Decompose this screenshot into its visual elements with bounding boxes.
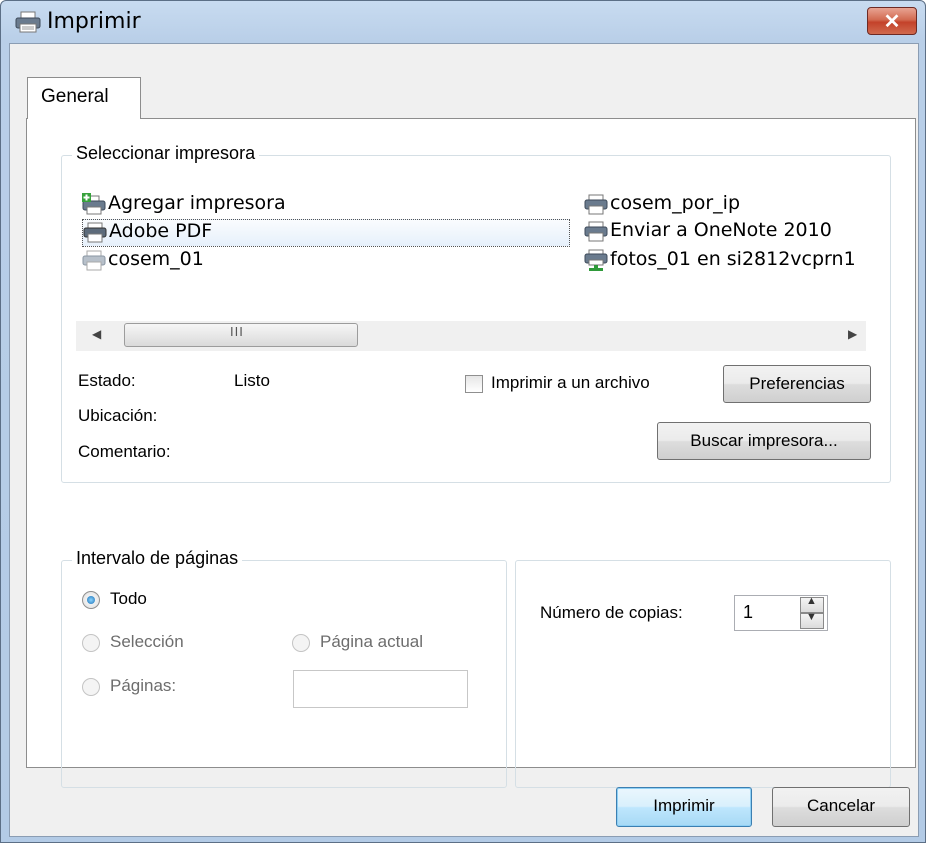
cancel-button[interactable]: Cancelar	[772, 787, 910, 827]
range-pages-label[interactable]: Páginas:	[110, 676, 176, 696]
spin-down-icon: ▼	[806, 611, 817, 623]
printer-name: cosem_por_ip	[610, 192, 741, 214]
general-tab-panel: Seleccionar impresora Agregar impresora	[26, 118, 916, 788]
range-all-radio[interactable]	[82, 591, 100, 609]
location-label: Ubicación:	[78, 406, 158, 425]
printer-name: cosem_01	[108, 248, 204, 270]
range-pages-radio[interactable]	[82, 678, 100, 696]
copies-value: 1	[743, 602, 754, 622]
printer-name: fotos_01 en si2812vcprn1	[610, 248, 856, 270]
select-printer-legend: Seleccionar impresora	[72, 143, 260, 164]
close-button[interactable]: ✕	[867, 7, 917, 35]
printer-item-adobe-pdf[interactable]: Adobe PDF	[82, 219, 570, 247]
find-printer-button[interactable]: Buscar impresora...	[657, 422, 871, 460]
spin-up-icon: ▲	[806, 595, 817, 607]
select-printer-group: Seleccionar impresora Agregar impresora	[61, 143, 891, 483]
range-current-page-radio[interactable]	[292, 634, 310, 652]
preferences-button-label: Preferencias	[749, 374, 845, 393]
preferences-button[interactable]: Preferencias	[723, 365, 871, 403]
printer-gray-icon	[82, 250, 106, 270]
window-title: Imprimir	[47, 9, 141, 34]
range-selection-label[interactable]: Selección	[110, 632, 184, 652]
printer-name: Adobe PDF	[109, 220, 213, 242]
find-printer-button-label: Buscar impresora...	[690, 431, 838, 450]
copies-label: Número de copias:	[540, 603, 683, 622]
print-dialog: Imprimir ✕ General Seleccionar impresora	[0, 0, 926, 843]
printer-item-cosem-01[interactable]: cosem_01	[82, 248, 204, 274]
copies-spin-down[interactable]: ▼	[800, 611, 824, 629]
status-value: Listo	[234, 371, 270, 390]
page-range-legend: Intervalo de páginas	[72, 548, 243, 569]
tab-general-label: General	[41, 86, 109, 107]
printer-item-fotos-01[interactable]: fotos_01 en si2812vcprn1	[584, 248, 874, 274]
add-printer-icon	[82, 192, 106, 214]
printer-list[interactable]: Agregar impresora Adobe PDF cosem_01 cos…	[80, 186, 890, 296]
printer-icon	[584, 221, 608, 241]
printer-icon	[15, 11, 41, 33]
printer-icon	[83, 222, 107, 242]
copies-group: Número de copias: 1 ▲ ▼	[515, 560, 891, 788]
printer-item-agregar-impresora[interactable]: Agregar impresora	[82, 192, 286, 218]
network-printer-icon	[584, 249, 608, 271]
dialog-client-area: General Seleccionar impresora Agregar im…	[9, 43, 919, 837]
printer-item-enviar-a-onenote[interactable]: Enviar a OneNote 2010	[584, 219, 832, 245]
print-button-label: Imprimir	[653, 796, 715, 815]
title-bar[interactable]: Imprimir ✕	[1, 1, 925, 43]
printer-name: Agregar impresora	[108, 192, 286, 214]
close-icon: ✕	[883, 11, 901, 33]
scroll-left-arrow-icon[interactable]: ◀	[92, 327, 101, 341]
printer-name: Enviar a OneNote 2010	[610, 219, 832, 241]
print-to-file-checkbox[interactable]	[465, 375, 483, 393]
page-range-group: Intervalo de páginas Todo Selección Pági…	[61, 548, 507, 788]
range-all-label[interactable]: Todo	[110, 589, 147, 609]
printer-list-horizontal-scrollbar[interactable]: ◀ III ▶	[76, 321, 866, 351]
status-label: Estado:	[78, 371, 136, 390]
scroll-right-arrow-icon[interactable]: ▶	[848, 327, 857, 341]
print-button[interactable]: Imprimir	[616, 787, 752, 827]
print-to-file-label[interactable]: Imprimir a un archivo	[491, 373, 650, 393]
scrollbar-thumb[interactable]: III	[124, 323, 358, 347]
cancel-button-label: Cancelar	[806, 796, 876, 815]
pages-input[interactable]	[293, 670, 468, 708]
scrollbar-grip: III	[230, 324, 244, 339]
comment-label: Comentario:	[78, 442, 171, 461]
tab-general[interactable]: General	[27, 77, 141, 119]
printer-item-cosem-por-ip[interactable]: cosem_por_ip	[584, 192, 740, 218]
printer-icon	[584, 194, 608, 214]
range-selection-radio[interactable]	[82, 634, 100, 652]
range-current-page-label[interactable]: Página actual	[320, 632, 423, 652]
